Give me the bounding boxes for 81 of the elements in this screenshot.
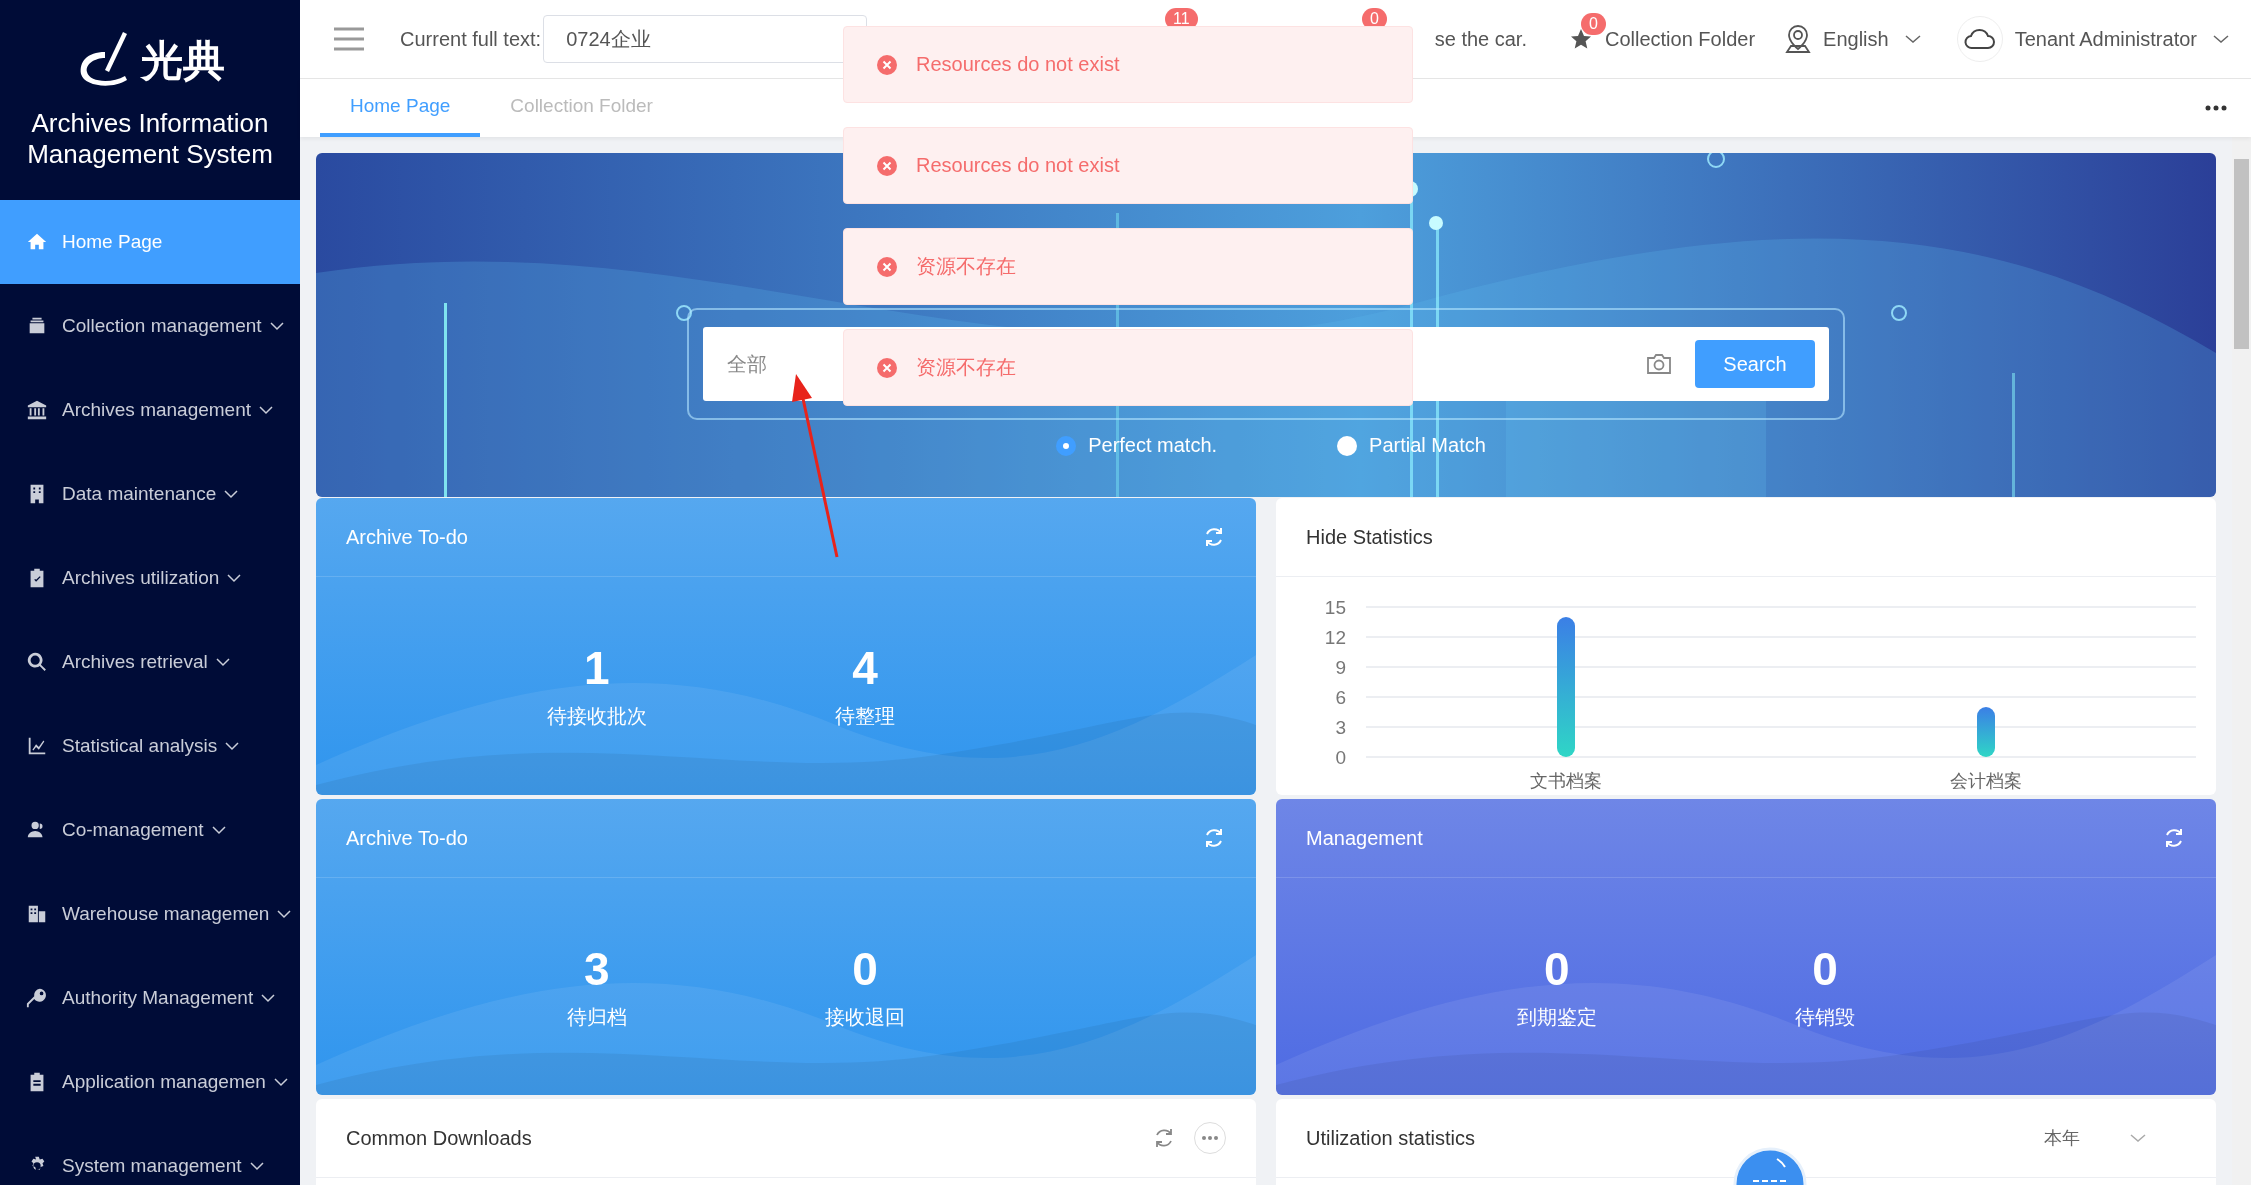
nav-icon <box>26 399 48 421</box>
axis-tick: 3 <box>1335 717 1346 738</box>
error-toast: Resources do not exist <box>843 127 1413 204</box>
error-icon <box>876 356 898 379</box>
header-link[interactable]: se the car. <box>1434 27 1527 51</box>
chevron-icon <box>273 1077 288 1087</box>
chevron-icon <box>261 993 276 1003</box>
chevron-icon <box>2130 1133 2146 1143</box>
period-select[interactable]: 本年 <box>2044 1126 2080 1150</box>
error-toast: 资源不存在 <box>843 329 1413 406</box>
scrollbar[interactable] <box>2232 137 2251 1185</box>
stat-label: 接收退回 <box>825 1005 906 1030</box>
camera-icon[interactable] <box>1645 352 1673 376</box>
scope-select[interactable]: 全部 <box>727 350 767 378</box>
error-icon <box>876 255 898 278</box>
stat-label: 到期鉴定 <box>1516 1005 1597 1030</box>
star-icon[interactable] <box>1569 27 1593 51</box>
nav-icon <box>26 651 48 673</box>
card-title: Common Downloads <box>346 1126 533 1150</box>
stat-value: 0 <box>1812 942 1838 996</box>
stat-label: 待归档 <box>566 1005 627 1030</box>
chevron-icon <box>211 825 226 835</box>
nav-item[interactable]: Collection management <box>0 284 300 368</box>
axis-label: 文书档案 <box>1530 771 1602 791</box>
nav-icon <box>26 903 48 925</box>
axis-tick: 15 <box>1324 597 1346 618</box>
nav-item[interactable]: Co-management <box>0 788 300 872</box>
stat-label: 待销毁 <box>1795 1005 1856 1030</box>
stat-value: 4 <box>852 641 878 695</box>
chevron-icon <box>215 657 230 667</box>
stat-value: 3 <box>583 942 610 996</box>
user-menu[interactable]: Tenant Administrator <box>2014 27 2197 51</box>
nav-item[interactable]: System management <box>0 1124 300 1185</box>
menu-icon[interactable] <box>334 27 364 51</box>
chevron-icon <box>227 573 242 583</box>
nav-item[interactable]: Archives utilization <box>0 536 300 620</box>
axis-tick: 12 <box>1324 627 1346 648</box>
nav-item[interactable]: Warehouse managemen <box>0 872 300 956</box>
error-icon <box>876 154 898 177</box>
logo-text: 光典 <box>141 36 225 86</box>
nav-icon <box>26 735 48 757</box>
language-select[interactable]: English <box>1823 27 1889 51</box>
chevron-icon <box>277 909 292 919</box>
axis-tick: 6 <box>1335 687 1346 708</box>
chevron-icon <box>249 1161 264 1171</box>
count-badge: 0 <box>1581 13 1606 35</box>
stat-label: 待整理 <box>835 704 896 729</box>
nav-icon <box>26 987 48 1009</box>
chevron-icon <box>2213 34 2229 44</box>
chevron-icon <box>224 489 239 499</box>
nav-item[interactable]: Archives retrieval <box>0 620 300 704</box>
bar <box>1977 707 1995 757</box>
error-icon <box>876 53 898 76</box>
error-toast: Resources do not exist <box>843 26 1413 103</box>
nav-item[interactable]: Data maintenance <box>0 452 300 536</box>
full-text-label: Current full text: <box>400 27 542 51</box>
more-icon <box>1202 1136 1218 1140</box>
card-title: Management <box>1306 826 1424 850</box>
axis-tick: 0 <box>1335 747 1346 768</box>
chevron-icon <box>259 405 274 415</box>
error-toast: 资源不存在 <box>843 228 1413 305</box>
nav-item[interactable]: Archives management <box>0 368 300 452</box>
chevron-icon <box>225 741 240 751</box>
nav-item[interactable]: Authority Management <box>0 956 300 1040</box>
chevron-icon <box>269 321 284 331</box>
collection-folder-link[interactable]: Collection Folder <box>1605 27 1756 51</box>
axis-label: 会计档案 <box>1950 771 2022 791</box>
stat-value: 1 <box>583 641 610 695</box>
card-title: Utilization statistics <box>1306 1126 1476 1150</box>
location-icon <box>1785 24 1812 54</box>
nav-item[interactable]: Statistical analysis <box>0 704 300 788</box>
stat-value: 0 <box>852 942 878 996</box>
system-title: Archives Information Management System <box>26 108 274 170</box>
card-title: Archive To-do <box>346 525 469 549</box>
chevron-icon <box>1904 34 1921 44</box>
stat-label: 待接收批次 <box>546 704 647 729</box>
nav-item[interactable]: Application managemen <box>0 1040 300 1124</box>
card-title: Hide Statistics <box>1306 525 1434 549</box>
card-title: Archive To-do <box>346 826 469 850</box>
axis-tick: 9 <box>1335 657 1346 678</box>
stat-value: 0 <box>1543 942 1570 996</box>
